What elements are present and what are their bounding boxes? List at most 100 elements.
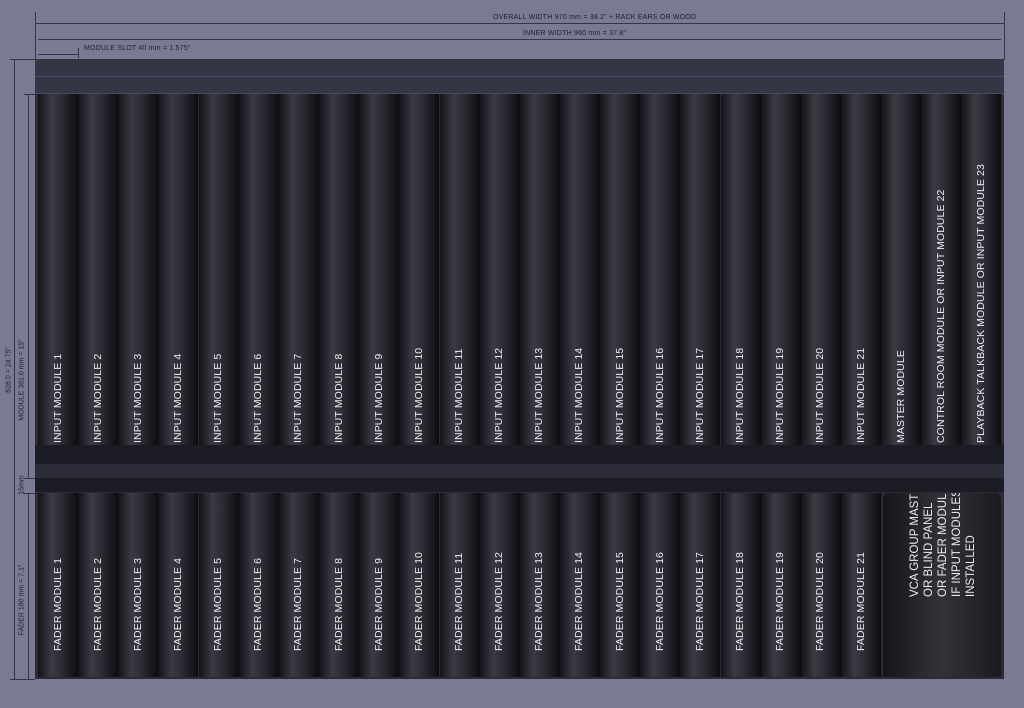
fader-module-label: FADER MODULE 13 xyxy=(533,552,546,651)
input-module-6: INPUT MODULE 6 xyxy=(238,94,279,479)
input-module-label: INPUT MODULE 16 xyxy=(653,347,666,443)
input-module-3: INPUT MODULE 3 xyxy=(118,94,159,479)
input-module-label: PLAYBACK TALKBACK MODULE OR INPUT MODULE… xyxy=(974,164,987,443)
fader-module-label: FADER MODULE 11 xyxy=(453,552,465,651)
fader-module-19: FADER MODULE 19 xyxy=(760,493,801,677)
fader-module-label: FADER MODULE 19 xyxy=(774,552,787,651)
input-module-24: PLAYBACK TALKBACK MODULE OR INPUT MODULE… xyxy=(961,94,1001,479)
fader-module-label: FADER MODULE 18 xyxy=(734,552,747,651)
gap-label: 15mm xyxy=(18,475,26,495)
input-module-row: PLAYBACK TALKBACK MODULE OR INPUT MODULE… xyxy=(38,94,1001,479)
input-module-1: INPUT MODULE 1 xyxy=(38,94,78,479)
overall-width-right-tick xyxy=(1004,12,1005,60)
fader-module-11: FADER MODULE 11 xyxy=(439,493,480,677)
input-module-2: INPUT MODULE 2 xyxy=(78,94,119,479)
input-module-12: INPUT MODULE 12 xyxy=(479,94,520,479)
fader-module-label: FADER MODULE 5 xyxy=(212,557,225,651)
fader-module-8: FADER MODULE 8 xyxy=(319,493,360,677)
input-module-label: INPUT MODULE 13 xyxy=(533,347,546,443)
module-slot-tick xyxy=(78,48,79,58)
fader-module-13: FADER MODULE 13 xyxy=(519,493,560,677)
module-gap-band xyxy=(35,445,1004,492)
input-module-label: INPUT MODULE 3 xyxy=(131,353,144,443)
vca-panel-label: VCA GROUP MASTER OR BLIND PANEL OR FADER M… xyxy=(908,493,978,597)
fader-module-2: FADER MODULE 2 xyxy=(78,493,119,677)
vca-panel-line: VCA GROUP MASTER xyxy=(909,493,921,597)
overall-width-line xyxy=(35,23,1004,24)
input-module-label: INPUT MODULE 4 xyxy=(171,353,184,443)
fader-module-label: FADER MODULE 16 xyxy=(653,552,666,651)
input-module-label: INPUT MODULE 12 xyxy=(493,347,506,443)
fader-module-20: FADER MODULE 20 xyxy=(800,493,841,677)
total-height-line xyxy=(14,59,15,679)
input-module-label: INPUT MODULE 15 xyxy=(613,347,626,443)
fader-height-label: FADER 180 mm = 7.1" xyxy=(18,564,26,636)
input-module-label: INPUT MODULE 17 xyxy=(693,347,706,443)
module-height-top-tick xyxy=(24,94,35,95)
input-module-22: MASTER MODULE xyxy=(881,94,922,479)
input-module-label: INPUT MODULE 11 xyxy=(453,348,465,443)
meter-bridge-bar xyxy=(35,59,1004,94)
fader-module-4: FADER MODULE 4 xyxy=(158,493,199,677)
input-module-8: INPUT MODULE 8 xyxy=(319,94,360,479)
fader-module-label: FADER MODULE 6 xyxy=(252,557,265,651)
fader-module-label: FADER MODULE 7 xyxy=(292,557,305,651)
fader-module-label: FADER MODULE 20 xyxy=(814,552,827,651)
fader-module-21: FADER MODULE 21 xyxy=(841,493,881,677)
vca-panel-line: INSTALLED xyxy=(965,535,977,597)
input-module-label: INPUT MODULE 1 xyxy=(51,353,64,443)
fader-module-10: FADER MODULE 10 xyxy=(399,493,440,677)
input-module-15: INPUT MODULE 15 xyxy=(600,94,641,479)
module-slot-label: MODULE SLOT 40 mm = 1.575" xyxy=(84,45,191,52)
total-height-top-tick xyxy=(10,59,35,60)
fader-module-label: FADER MODULE 9 xyxy=(372,557,385,651)
input-module-14: INPUT MODULE 14 xyxy=(559,94,600,479)
fader-module-17: FADER MODULE 17 xyxy=(680,493,721,677)
inner-width-label: INNER WIDTH 960 mm = 37.8" xyxy=(523,30,627,37)
input-module-label: INPUT MODULE 19 xyxy=(774,347,787,443)
fader-module-label: FADER MODULE 10 xyxy=(412,552,425,651)
input-module-4: INPUT MODULE 4 xyxy=(158,94,199,479)
input-module-20: INPUT MODULE 20 xyxy=(800,94,841,479)
vca-panel-line: OR FADER MODULES xyxy=(937,493,949,597)
fader-module-label: FADER MODULE 17 xyxy=(693,552,706,651)
input-module-23: CONTROL ROOM MODULE OR INPUT MODULE 22 xyxy=(921,94,962,479)
input-module-label: INPUT MODULE 6 xyxy=(252,353,265,443)
input-module-9: INPUT MODULE 9 xyxy=(359,94,400,479)
input-module-label: INPUT MODULE 5 xyxy=(212,353,225,443)
fader-module-label: FADER MODULE 8 xyxy=(332,557,345,651)
fader-module-18: FADER MODULE 18 xyxy=(720,493,761,677)
module-height-label: MODULE 381.0 mm = 15" xyxy=(18,339,26,421)
input-module-17: INPUT MODULE 17 xyxy=(680,94,721,479)
input-module-label: INPUT MODULE 2 xyxy=(91,353,104,443)
input-module-5: INPUT MODULE 5 xyxy=(198,94,239,479)
input-module-label: INPUT MODULE 8 xyxy=(332,353,345,443)
fader-module-9: FADER MODULE 9 xyxy=(359,493,400,677)
fader-module-label: FADER MODULE 1 xyxy=(51,557,64,651)
input-module-18: INPUT MODULE 18 xyxy=(720,94,761,479)
input-module-label: INPUT MODULE 20 xyxy=(814,347,827,443)
console-frame: PLAYBACK TALKBACK MODULE OR INPUT MODULE… xyxy=(35,59,1004,679)
module-slot-line xyxy=(38,54,78,55)
input-module-label: INPUT MODULE 14 xyxy=(573,347,586,443)
fader-module-12: FADER MODULE 12 xyxy=(479,493,520,677)
input-module-19: INPUT MODULE 19 xyxy=(760,94,801,479)
input-module-16: INPUT MODULE 16 xyxy=(640,94,681,479)
fader-module-1: FADER MODULE 1 xyxy=(38,493,78,677)
overall-width-left-tick xyxy=(35,12,36,60)
input-module-label: INPUT MODULE 9 xyxy=(372,353,385,443)
gap-bottom-tick xyxy=(24,493,35,494)
input-module-label: INPUT MODULE 18 xyxy=(734,347,747,443)
fader-module-15: FADER MODULE 15 xyxy=(600,493,641,677)
vca-panel-line: IF INPUT MODULES ARE xyxy=(951,493,963,597)
input-module-label: INPUT MODULE 10 xyxy=(412,347,425,443)
module-height-bottom-tick xyxy=(24,478,35,479)
input-module-label: INPUT MODULE 21 xyxy=(854,347,867,443)
fader-module-6: FADER MODULE 6 xyxy=(238,493,279,677)
input-module-label: INPUT MODULE 7 xyxy=(292,353,305,443)
fader-module-label: FADER MODULE 12 xyxy=(493,552,506,651)
vca-panel-line: OR BLIND PANEL xyxy=(923,502,935,597)
total-height-bottom-tick xyxy=(10,679,35,680)
fader-module-label: FADER MODULE 14 xyxy=(573,552,586,651)
overall-width-label: OVERALL WIDTH 970 mm = 38.2" + RACK EARS… xyxy=(493,14,697,21)
